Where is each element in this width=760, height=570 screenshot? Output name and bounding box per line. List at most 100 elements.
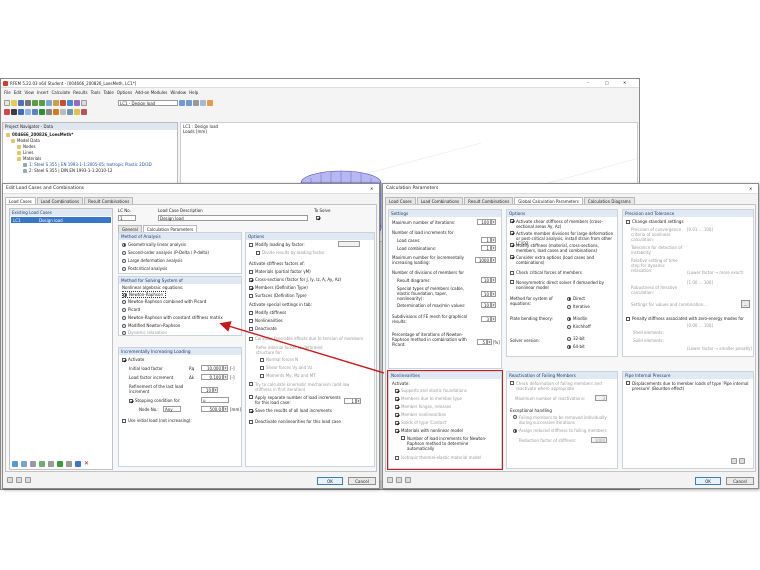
divide-results-checkbox[interactable]: Divide results by loading factor: [256, 250, 325, 255]
maxmin-spin[interactable]: ▾: [491, 302, 496, 308]
default-icon[interactable]: [739, 458, 745, 464]
refine-spin[interactable]: ▾: [213, 387, 218, 393]
kinematic-checkbox[interactable]: Try to calculate kinematic mechanism (ad…: [249, 382, 355, 392]
solving-option[interactable]: Newton-Raphson combined with Picard: [122, 299, 206, 304]
stiffness-surfaces-checkbox[interactable]: Surfaces (Definition Type): [249, 293, 307, 298]
tab-global-calculation-parameters[interactable]: Global Calculation Parameters: [514, 197, 583, 204]
reduction-field[interactable]: 1000: [591, 437, 607, 443]
ok-button[interactable]: OK: [317, 477, 343, 485]
open-icon[interactable]: [11, 100, 17, 106]
surface-icon[interactable]: [25, 109, 31, 115]
units-icon[interactable]: [16, 477, 22, 483]
dialog-close-icon[interactable]: ✕: [749, 186, 752, 191]
hinge-icon[interactable]: [46, 109, 52, 115]
separate-increments-field[interactable]: 1: [344, 398, 356, 404]
max-incr-spin[interactable]: ▾: [491, 257, 496, 263]
failing-removed-radio[interactable]: Failing members to be removed individual…: [513, 415, 611, 425]
sort-icon[interactable]: [66, 461, 72, 467]
lc-desc-field[interactable]: Design load: [158, 215, 308, 221]
tab-calculation-diagrams[interactable]: Calculation Diagrams: [583, 197, 635, 204]
save-icon[interactable]: [18, 100, 24, 106]
modify-loading-field[interactable]: [338, 241, 360, 247]
tab-result-combinations[interactable]: Result Combinations: [464, 197, 514, 204]
shear-stiffness-checkbox[interactable]: Activate shear stiffness of members (cro…: [510, 219, 614, 229]
settings-icon[interactable]: [405, 477, 411, 483]
factor-incr-field[interactable]: 0.100: [201, 374, 223, 380]
load-comb-spin[interactable]: ▾: [491, 245, 496, 251]
nonsymmetric-solver-checkbox[interactable]: Nonsymmetric direct solver if demanded b…: [510, 280, 616, 290]
nav-item-nodes[interactable]: Nodes: [17, 144, 36, 149]
nav-item-lines[interactable]: Lines: [17, 150, 33, 155]
grid-icon[interactable]: [60, 109, 66, 115]
node-no-select[interactable]: Any: [163, 406, 181, 412]
percent-field[interactable]: 5: [477, 339, 487, 345]
tab-load-combinations[interactable]: Load Combinations: [416, 197, 464, 204]
prev-lc-icon[interactable]: [179, 100, 185, 106]
result-diagrams-spin[interactable]: ▾: [491, 277, 496, 283]
close-icon[interactable]: ✕: [623, 80, 626, 85]
nav-item-material-1[interactable]: 1: Steel S 355 | EN 1993-1-1:2005-05; Is…: [23, 162, 152, 167]
redo-icon[interactable]: [39, 100, 45, 106]
render-icon[interactable]: [207, 100, 213, 106]
special-nonlinearities-checkbox[interactable]: Nonlinearities: [249, 318, 283, 323]
result-diagrams-field[interactable]: 10: [481, 277, 491, 283]
stop-limit-field[interactable]: 500.0: [201, 406, 223, 412]
reset-icon[interactable]: [731, 458, 737, 464]
max-incr-field[interactable]: 1000: [475, 257, 491, 263]
load-case-combo[interactable]: LC1 - Design load: [118, 100, 178, 106]
menu-insert[interactable]: Insert: [37, 90, 48, 95]
iso-icon[interactable]: [200, 100, 206, 106]
new-icon[interactable]: [4, 100, 10, 106]
menu-window[interactable]: Window: [170, 90, 186, 95]
nav-item-material-2[interactable]: 2: Steel S 355 | DIN EN 1993-1-1:2010-12: [23, 168, 112, 173]
critical-forces-checkbox[interactable]: Check critical forces of members: [510, 270, 582, 275]
table-icon[interactable]: [81, 100, 87, 106]
separate-increments-spin[interactable]: ▾: [356, 398, 361, 404]
plate-kirchhoff-radio[interactable]: Kirchhoff: [567, 324, 591, 329]
stop-limit-spin[interactable]: ▾: [223, 406, 228, 412]
save-results-checkbox[interactable]: Save the results of all load increments: [249, 408, 332, 413]
special-modify-stiffness-checkbox[interactable]: Modify stiffness: [249, 310, 286, 315]
nav-item-materials[interactable]: Materials: [17, 156, 41, 161]
lc-no-field[interactable]: 1: [118, 215, 136, 221]
menu-table[interactable]: Table: [103, 90, 113, 95]
renumber-icon[interactable]: [30, 461, 36, 467]
subdiv-spin[interactable]: ▾: [491, 316, 496, 322]
plate-mindlin-radio[interactable]: Mindlin: [567, 316, 587, 321]
section-icon[interactable]: [81, 109, 87, 115]
react-max-field[interactable]: 3: [595, 395, 607, 401]
refer-shear-checkbox[interactable]: Shear forces Vy and Vz: [260, 365, 312, 370]
next-lc-icon[interactable]: [186, 100, 192, 106]
measure-icon[interactable]: [74, 109, 80, 115]
max-iter-spin[interactable]: ▾: [491, 219, 496, 225]
refer-moments-checkbox[interactable]: Moments My, Mz and MT: [260, 373, 316, 378]
zoom-icon[interactable]: [53, 100, 59, 106]
member-icon[interactable]: [18, 109, 24, 115]
max-iter-field[interactable]: 100: [477, 219, 491, 225]
menu-tools[interactable]: Tools: [91, 90, 101, 95]
initial-factor-spin[interactable]: ▾: [223, 365, 228, 371]
refine-field[interactable]: 10: [201, 387, 213, 393]
tab-calculation-parameters[interactable]: Calculation Parameters: [142, 225, 198, 232]
results-icon[interactable]: [67, 100, 73, 106]
menu-addon[interactable]: Add-on Modules: [135, 90, 167, 95]
solver-32bit-radio[interactable]: 32-bit: [567, 336, 585, 341]
stiffness-members-checkbox[interactable]: Members (Definition Type): [249, 285, 308, 290]
load-comb-field[interactable]: 1: [481, 245, 491, 251]
subdiv-field[interactable]: 3: [481, 316, 491, 322]
minimize-icon[interactable]: –: [587, 80, 589, 85]
modify-loading-checkbox[interactable]: Modify loading by factor:: [249, 242, 305, 247]
extra-options-checkbox[interactable]: Consider extra options (load cases and c…: [510, 255, 614, 265]
delete-lc-icon[interactable]: ✕: [84, 461, 90, 467]
maxmin-field[interactable]: 10: [481, 302, 491, 308]
stop-value-select[interactable]: u: [201, 397, 229, 403]
units-icon[interactable]: [396, 477, 402, 483]
cancel-button[interactable]: Cancel: [726, 477, 754, 485]
favorable-effects-checkbox[interactable]: Consider favorable effects due to tensio…: [249, 336, 363, 341]
undo-icon[interactable]: [32, 100, 38, 106]
support-icon[interactable]: [39, 109, 45, 115]
show-icon[interactable]: [74, 100, 80, 106]
tab-result-combinations[interactable]: Result Combinations: [84, 197, 134, 204]
solving-option[interactable]: Picard: [122, 307, 140, 312]
print-icon[interactable]: [25, 100, 31, 106]
